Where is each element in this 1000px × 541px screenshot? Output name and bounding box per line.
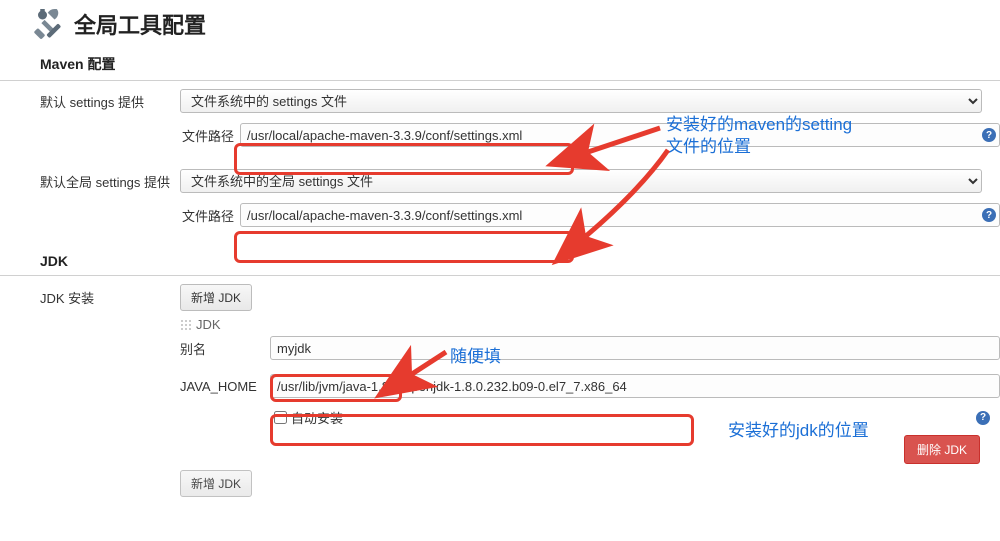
file-path-label-2: 文件路径 [180,206,240,225]
page-header: 全局工具配置 [0,0,1000,44]
jdk-alias-label: 别名 [180,339,270,358]
help-icon[interactable]: ? [982,208,996,222]
jdk-instance-block: JDK 别名 JAVA_HOME 自动安装 ? 删除 JDK 新增 JDK [180,317,1000,497]
maven-form: 默认 settings 提供 文件系统中的 settings 文件 文件路径 ?… [0,89,1000,227]
help-icon[interactable]: ? [976,411,990,425]
drag-handle-icon[interactable] [180,319,192,331]
java-home-input[interactable] [270,374,1000,398]
auto-install-text: 自动安装 [291,408,343,427]
auto-install-checkbox-label[interactable]: 自动安装 [270,408,343,427]
divider [0,275,1000,276]
jdk-install-label: JDK 安装 [40,288,180,307]
default-settings-select[interactable]: 文件系统中的 settings 文件 [180,89,982,113]
help-icon[interactable]: ? [982,128,996,142]
page-title: 全局工具配置 [74,8,206,40]
maven-settings-path-input-1[interactable] [240,123,1000,147]
jdk-section-title: JDK [0,243,1000,273]
global-settings-select[interactable]: 文件系统中的全局 settings 文件 [180,169,982,193]
jdk-form: JDK 安装 新增 JDK [0,284,1000,311]
delete-jdk-button[interactable]: 删除 JDK [904,435,980,464]
global-settings-label: 默认全局 settings 提供 [40,172,180,191]
file-path-label-1: 文件路径 [180,126,240,145]
add-jdk-button[interactable]: 新增 JDK [180,284,252,311]
default-settings-label: 默认 settings 提供 [40,92,180,111]
jdk-alias-input[interactable] [270,336,1000,360]
maven-settings-path-input-2[interactable] [240,203,1000,227]
add-jdk-button-2[interactable]: 新增 JDK [180,470,252,497]
jdk-block-title: JDK [196,317,221,332]
maven-section-title: Maven 配置 [0,44,1000,78]
divider [0,80,1000,81]
java-home-label: JAVA_HOME [180,379,270,394]
auto-install-checkbox[interactable] [274,411,287,424]
tools-icon [30,6,70,42]
